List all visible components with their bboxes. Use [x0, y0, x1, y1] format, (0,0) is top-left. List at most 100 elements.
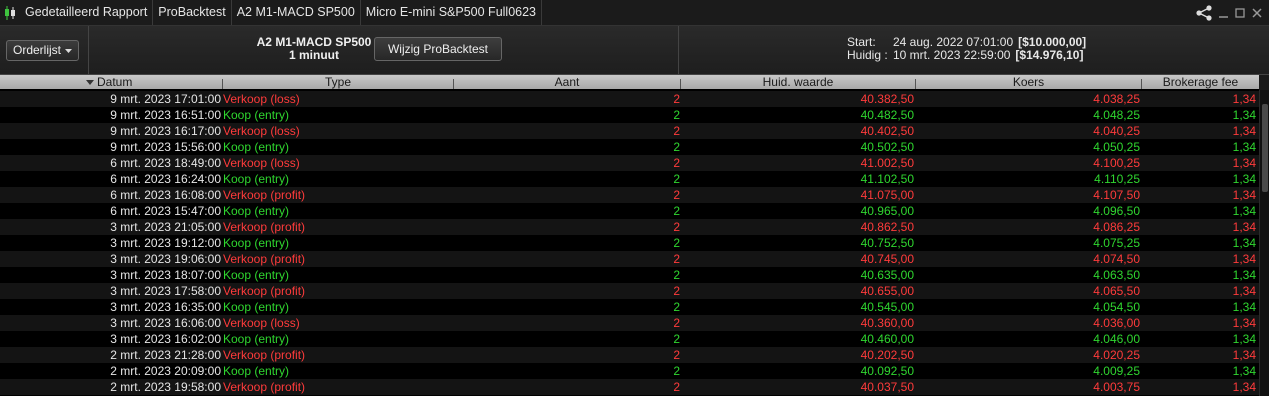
cell-brokerage-fee: 1,34	[1232, 220, 1256, 234]
cell-brokerage-fee: 1,34	[1232, 108, 1256, 122]
cell-current-value: 40.965,00	[860, 204, 914, 218]
cell-current-value: 40.545,00	[860, 300, 914, 314]
scrollbar-thumb[interactable]	[1262, 104, 1268, 192]
cell-current-value: 40.635,00	[860, 268, 914, 282]
cell-current-value: 40.092,50	[860, 364, 914, 378]
table-row[interactable]: 9 mrt. 2023 15:56:00 Koop (entry) 2 40.502,…	[0, 139, 1259, 155]
table-row[interactable]: 3 mrt. 2023 18:07:00 Koop (entry) 2 40.635,…	[0, 267, 1259, 283]
cell-date: 3 mrt. 2023 21:05:00	[110, 220, 221, 234]
cell-date: 6 mrt. 2023 16:24:00	[110, 172, 221, 186]
close-icon[interactable]	[1252, 7, 1263, 19]
table-row[interactable]: 6 mrt. 2023 18:49:00 Verkoop (loss) 2 41.00…	[0, 155, 1259, 171]
table-row[interactable]: 3 mrt. 2023 16:35:00 Koop (entry) 2 40.545,…	[0, 299, 1259, 315]
cell-current-value: 40.482,50	[860, 108, 914, 122]
cell-brokerage-fee: 1,34	[1232, 140, 1256, 154]
table-row[interactable]: 6 mrt. 2023 15:47:00 Koop (entry) 2 40.965,…	[0, 203, 1259, 219]
cell-date: 3 mrt. 2023 16:02:00	[110, 332, 221, 346]
table-row[interactable]: 9 mrt. 2023 16:17:00 Verkoop (loss) 2 40.40…	[0, 123, 1259, 139]
cell-type: Verkoop (loss)	[223, 156, 300, 170]
column-header-value[interactable]: Huid. waarde	[681, 75, 915, 89]
cell-price: 4.048,25	[1093, 108, 1140, 122]
cell-current-value: 40.752,50	[860, 236, 914, 250]
vertical-scrollbar[interactable]	[1259, 90, 1269, 396]
cell-current-value: 41.002,50	[860, 156, 914, 170]
column-header-type[interactable]: Type	[223, 75, 453, 89]
cell-quantity: 2	[673, 252, 680, 266]
cell-price: 4.009,25	[1093, 364, 1140, 378]
cell-price: 4.107,50	[1093, 188, 1140, 202]
cell-type: Verkoop (loss)	[223, 316, 300, 330]
cell-type: Koop (entry)	[223, 236, 290, 250]
cell-date: 6 mrt. 2023 16:08:00	[110, 188, 221, 202]
cell-current-value: 40.202,50	[860, 348, 914, 362]
cell-type: Koop (entry)	[223, 268, 290, 282]
cell-current-value: 40.360,00	[860, 316, 914, 330]
cell-price: 4.074,50	[1093, 252, 1140, 266]
table-row[interactable]: 6 mrt. 2023 16:08:00 Verkoop (profit) 2 41.…	[0, 187, 1259, 203]
cell-current-value: 40.037,50	[860, 380, 914, 394]
table-row[interactable]: 3 mrt. 2023 19:12:00 Koop (entry) 2 40.752,…	[0, 235, 1259, 251]
tab-probacktest[interactable]: ProBacktest	[153, 0, 232, 25]
table-row[interactable]: 3 mrt. 2023 17:58:00 Verkoop (profit) 2 40.…	[0, 283, 1259, 299]
cell-price: 4.063,50	[1093, 268, 1140, 282]
orders-table-body: 9 mrt. 2023 17:01:00 Verkoop (loss) 2 40.38…	[0, 91, 1259, 395]
cell-type: Koop (entry)	[223, 140, 290, 154]
table-row[interactable]: 3 mrt. 2023 19:06:00 Verkoop (profit) 2 40.…	[0, 251, 1259, 267]
column-header-date[interactable]: Datum	[0, 75, 221, 89]
cell-brokerage-fee: 1,34	[1232, 236, 1256, 250]
cell-quantity: 2	[673, 188, 680, 202]
cell-brokerage-fee: 1,34	[1232, 204, 1256, 218]
cell-price: 4.040,25	[1093, 124, 1140, 138]
cell-brokerage-fee: 1,34	[1232, 348, 1256, 362]
table-row[interactable]: 3 mrt. 2023 16:06:00 Verkoop (loss) 2 40.36…	[0, 315, 1259, 331]
cell-type: Koop (entry)	[223, 108, 290, 122]
cell-date: 3 mrt. 2023 19:12:00	[110, 236, 221, 250]
cell-price: 4.020,25	[1093, 348, 1140, 362]
cell-current-value: 40.460,00	[860, 332, 914, 346]
cell-type: Verkoop (profit)	[223, 284, 306, 298]
cell-type: Verkoop (profit)	[223, 348, 306, 362]
period-info: Start: 24 aug. 2022 07:01:00 [$10.000,00…	[847, 36, 1086, 62]
cell-brokerage-fee: 1,34	[1232, 332, 1256, 346]
cell-type: Koop (entry)	[223, 300, 290, 314]
table-row[interactable]: 2 mrt. 2023 21:28:00 Verkoop (profit) 2 40.…	[0, 347, 1259, 363]
cell-brokerage-fee: 1,34	[1232, 188, 1256, 202]
cell-type: Verkoop (profit)	[223, 220, 306, 234]
cell-type: Verkoop (loss)	[223, 92, 300, 106]
modify-probacktest-button[interactable]: Wijzig ProBacktest	[374, 37, 502, 61]
table-row[interactable]: 9 mrt. 2023 16:51:00 Koop (entry) 2 40.482,…	[0, 107, 1259, 123]
orderlist-dropdown[interactable]: Orderlijst	[6, 40, 80, 61]
column-header-price[interactable]: Koers	[916, 75, 1141, 89]
orderlist-label: Orderlijst	[13, 43, 62, 57]
table-row[interactable]: 2 mrt. 2023 20:09:00 Koop (entry) 2 40.092,…	[0, 363, 1259, 379]
cell-quantity: 2	[673, 204, 680, 218]
cell-price: 4.086,25	[1093, 220, 1140, 234]
sort-descending-icon	[86, 80, 94, 85]
cell-quantity: 2	[673, 348, 680, 362]
table-row[interactable]: 3 mrt. 2023 16:02:00 Koop (entry) 2 40.460,…	[0, 331, 1259, 347]
table-row[interactable]: 3 mrt. 2023 21:05:00 Verkoop (profit) 2 40.…	[0, 219, 1259, 235]
table-row[interactable]: 6 mrt. 2023 16:24:00 Koop (entry) 2 41.102,…	[0, 171, 1259, 187]
table-row[interactable]: 9 mrt. 2023 17:01:00 Verkoop (loss) 2 40.38…	[0, 91, 1259, 107]
minimize-icon[interactable]	[1219, 7, 1229, 19]
table-row[interactable]: 2 mrt. 2023 19:58:00 Verkoop (profit) 2 40.…	[0, 379, 1259, 395]
column-header-fee[interactable]: Brokerage fee	[1142, 75, 1259, 89]
cell-brokerage-fee: 1,34	[1232, 364, 1256, 378]
cell-quantity: 2	[673, 236, 680, 250]
cell-brokerage-fee: 1,34	[1232, 252, 1256, 266]
cell-quantity: 2	[673, 124, 680, 138]
tab-detailed-report[interactable]: Gedetailleerd Rapport	[20, 0, 154, 25]
maximize-icon[interactable]	[1235, 7, 1246, 19]
scrollbar-corner	[1259, 75, 1269, 90]
column-header-qty[interactable]: Aant	[454, 75, 680, 89]
tab-instrument[interactable]: Micro E-mini S&P500 Full0623	[361, 0, 543, 25]
share-icon[interactable]	[1195, 4, 1213, 21]
cell-date: 2 mrt. 2023 20:09:00	[110, 364, 221, 378]
candlestick-app-icon	[0, 0, 20, 25]
tab-strategy[interactable]: A2 M1-MACD SP500	[232, 0, 361, 25]
cell-brokerage-fee: 1,34	[1232, 172, 1256, 186]
current-date: 10 mrt. 2023 22:59:00	[893, 48, 1011, 62]
cell-price: 4.046,00	[1093, 332, 1140, 346]
cell-current-value: 41.102,50	[860, 172, 914, 186]
cell-type: Koop (entry)	[223, 364, 290, 378]
